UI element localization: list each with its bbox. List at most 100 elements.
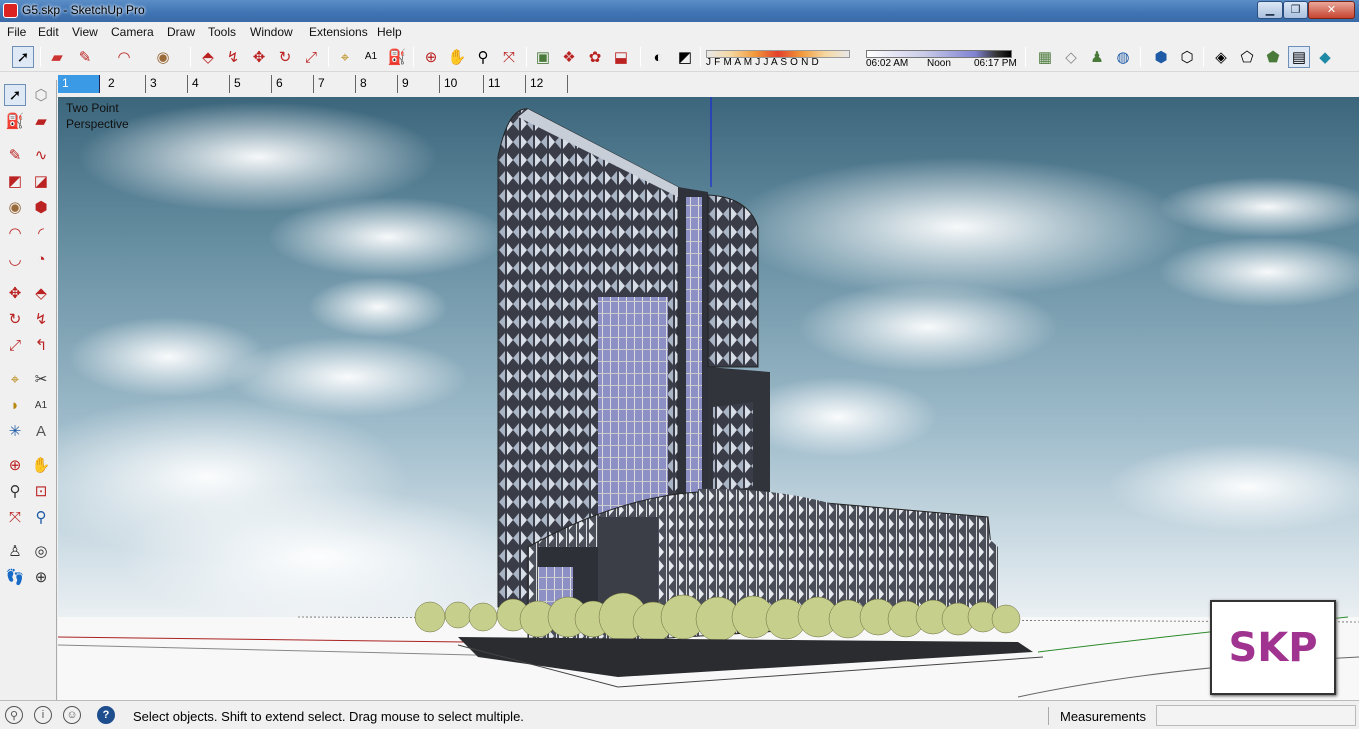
shadow-toggle-icon[interactable]: ◐ bbox=[647, 46, 669, 68]
scene-tab-6[interactable]: 6 bbox=[272, 75, 314, 93]
rotate-tool-icon[interactable]: ↻ bbox=[4, 308, 26, 330]
scene-tab-11[interactable]: 11 bbox=[484, 75, 526, 93]
text-icon[interactable]: A1 bbox=[360, 46, 382, 68]
globe-icon[interactable]: ◍ bbox=[1112, 46, 1134, 68]
warehouse-icon[interactable]: ▣ bbox=[532, 46, 554, 68]
scene-tab-1[interactable]: 1 bbox=[58, 75, 100, 93]
pie-tool-icon[interactable]: ◔ bbox=[30, 248, 52, 270]
monochrome-icon[interactable]: ◆ bbox=[1314, 46, 1336, 68]
help-icon[interactable]: ? bbox=[97, 706, 115, 724]
3d-text-tool-icon[interactable]: A bbox=[30, 420, 52, 442]
menu-extensions[interactable]: Extensions bbox=[309, 25, 368, 39]
previous-view-icon[interactable]: ⚲ bbox=[30, 506, 52, 528]
scene-tab-2[interactable]: 2 bbox=[104, 75, 146, 93]
two-point-arc-icon[interactable]: ◜ bbox=[30, 222, 52, 244]
polygon-tool-icon[interactable]: ⬢ bbox=[30, 196, 52, 218]
menu-camera[interactable]: Camera bbox=[111, 25, 154, 39]
scale-tool-icon[interactable]: ⤢ bbox=[4, 334, 26, 356]
close-button[interactable]: ✕ bbox=[1308, 1, 1355, 19]
terrain-icon[interactable]: ◇ bbox=[1060, 46, 1082, 68]
sketchup-icon[interactable] bbox=[3, 3, 18, 18]
follow-me-icon[interactable]: ↯ bbox=[222, 46, 244, 68]
menu-edit[interactable]: Edit bbox=[38, 25, 59, 39]
dimension-tool-icon[interactable]: ✂ bbox=[30, 368, 52, 390]
section-plane-icon[interactable]: ⊕ bbox=[30, 566, 52, 588]
paint-tool-icon[interactable]: ⛽ bbox=[4, 110, 26, 132]
extension-warehouse-icon[interactable]: ❖ bbox=[558, 46, 580, 68]
fog-icon[interactable]: ◩ bbox=[674, 46, 696, 68]
move-tool-icon[interactable]: ✥ bbox=[4, 282, 26, 304]
model-viewport[interactable]: Two Point Perspective bbox=[58, 97, 1359, 700]
geo-location-icon[interactable]: ▦ bbox=[1034, 46, 1056, 68]
eraser-icon[interactable]: ▰ bbox=[46, 46, 68, 68]
three-point-arc-icon[interactable]: ◡ bbox=[4, 248, 26, 270]
photo-texture-icon[interactable]: ♟ bbox=[1086, 46, 1108, 68]
scene-tab-8[interactable]: 8 bbox=[356, 75, 398, 93]
menu-window[interactable]: Window bbox=[250, 25, 293, 39]
tape-tool-icon[interactable]: ⌖ bbox=[4, 368, 26, 390]
menu-file[interactable]: File bbox=[7, 25, 26, 39]
zoom-window-icon[interactable]: ⊡ bbox=[30, 480, 52, 502]
arc-tool-icon[interactable]: ◠ bbox=[4, 222, 26, 244]
circle-tool-icon[interactable]: ◉ bbox=[4, 196, 26, 218]
line-tool-icon[interactable]: ✎ bbox=[4, 144, 26, 166]
scene-tab-12[interactable]: 12 bbox=[526, 75, 568, 93]
menu-help[interactable]: Help bbox=[377, 25, 402, 39]
walk-tool-icon[interactable]: 👣 bbox=[4, 566, 26, 588]
follow-me-tool-icon[interactable]: ↯ bbox=[30, 308, 52, 330]
offset-tool-icon[interactable]: ↰ bbox=[30, 334, 52, 356]
zoom-icon[interactable]: ⚲ bbox=[472, 46, 494, 68]
hidden-line-icon[interactable]: ⬠ bbox=[1236, 46, 1258, 68]
tape-measure-icon[interactable]: ⌖ bbox=[334, 46, 356, 68]
back-edges-icon[interactable]: ⬡ bbox=[1176, 46, 1198, 68]
select-icon[interactable]: ➚ bbox=[12, 46, 34, 68]
rectangle-tool-icon[interactable]: ◩ bbox=[4, 170, 26, 192]
time-slider[interactable] bbox=[866, 50, 1012, 58]
wireframe-icon[interactable]: ◈ bbox=[1210, 46, 1232, 68]
shaded-icon[interactable]: ⬟ bbox=[1262, 46, 1284, 68]
shaded-textures-icon[interactable]: ▤ bbox=[1288, 46, 1310, 68]
zoom-extents-icon[interactable]: ⤧ bbox=[498, 46, 520, 68]
credits-icon[interactable]: i bbox=[34, 706, 52, 724]
geolocation-icon[interactable]: ⚲ bbox=[5, 706, 23, 724]
zoom-tool-icon[interactable]: ⚲ bbox=[4, 480, 26, 502]
circle-icon[interactable]: ◉ bbox=[152, 46, 174, 68]
position-camera-icon[interactable]: ♙ bbox=[4, 540, 26, 562]
orbit-icon[interactable]: ⊕ bbox=[420, 46, 442, 68]
maximize-button[interactable]: ❐ bbox=[1283, 1, 1308, 19]
axes-tool-icon[interactable]: ✳ bbox=[4, 420, 26, 442]
menu-tools[interactable]: Tools bbox=[208, 25, 236, 39]
paint-bucket-icon[interactable]: ⛽ bbox=[386, 46, 408, 68]
push-pull-icon[interactable]: ⬘ bbox=[197, 46, 219, 68]
push-pull-tool-icon[interactable]: ⬘ bbox=[30, 282, 52, 304]
zoom-extents-tool-icon[interactable]: ⤧ bbox=[4, 506, 26, 528]
look-around-icon[interactable]: ◎ bbox=[30, 540, 52, 562]
pan-icon[interactable]: ✋ bbox=[446, 46, 468, 68]
scene-tab-5[interactable]: 5 bbox=[230, 75, 272, 93]
freehand-tool-icon[interactable]: ∿ bbox=[30, 144, 52, 166]
scene-tab-9[interactable]: 9 bbox=[398, 75, 440, 93]
select-tool-icon[interactable]: ➚ bbox=[4, 84, 26, 106]
pan-tool-icon[interactable]: ✋ bbox=[30, 454, 52, 476]
pencil-icon[interactable]: ✎ bbox=[74, 46, 96, 68]
orbit-tool-icon[interactable]: ⊕ bbox=[4, 454, 26, 476]
move-icon[interactable]: ✥ bbox=[248, 46, 270, 68]
rotated-rectangle-icon[interactable]: ◪ bbox=[30, 170, 52, 192]
scene-tab-7[interactable]: 7 bbox=[314, 75, 356, 93]
menu-view[interactable]: View bbox=[72, 25, 98, 39]
protractor-tool-icon[interactable]: ◗ bbox=[4, 394, 26, 416]
arc-icon[interactable]: ◠ bbox=[113, 46, 135, 68]
menu-draw[interactable]: Draw bbox=[167, 25, 195, 39]
component-icon[interactable]: ⬡ bbox=[30, 84, 52, 106]
scene-tab-3[interactable]: 3 bbox=[146, 75, 188, 93]
text-tool-icon[interactable]: A1 bbox=[30, 394, 52, 416]
scale-icon[interactable]: ⤢ bbox=[300, 46, 322, 68]
layout-icon[interactable]: ✿ bbox=[584, 46, 606, 68]
measurements-input[interactable] bbox=[1156, 705, 1356, 726]
share-icon[interactable]: ⬓ bbox=[610, 46, 632, 68]
scene-tab-10[interactable]: 10 bbox=[440, 75, 484, 93]
eraser-tool-icon[interactable]: ▰ bbox=[30, 110, 52, 132]
minimize-button[interactable]: ▁ bbox=[1257, 1, 1283, 19]
scene-tab-4[interactable]: 4 bbox=[188, 75, 230, 93]
xray-icon[interactable]: ⬢ bbox=[1150, 46, 1172, 68]
